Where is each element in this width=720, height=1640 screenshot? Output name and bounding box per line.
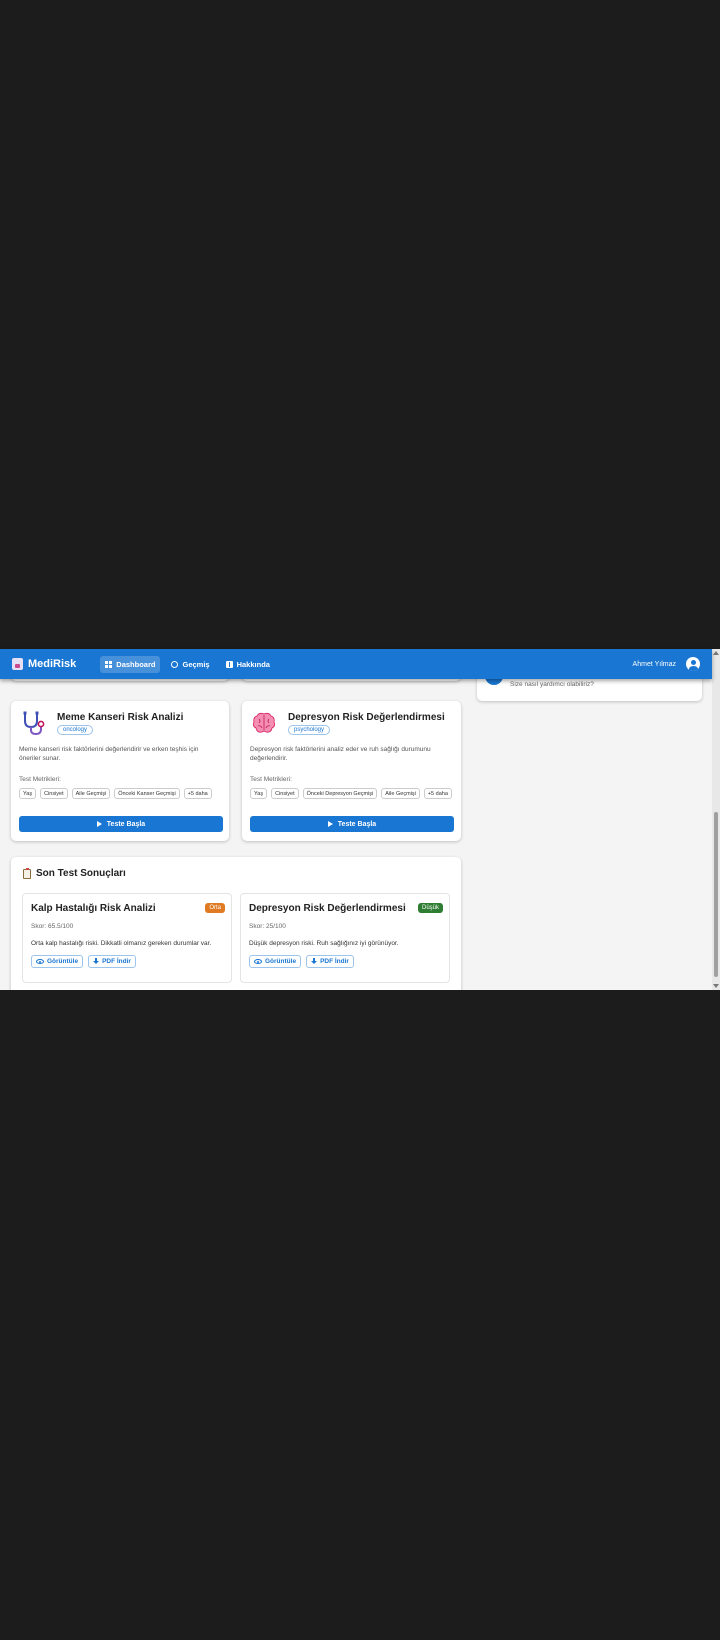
- metrics-label: Test Metrikleri:: [250, 776, 292, 783]
- risk-badge: Orta: [205, 903, 225, 913]
- eye-icon: [254, 959, 262, 964]
- category-chip: oncology: [57, 725, 94, 735]
- metric-tag: Aile Geçmişi: [71, 788, 111, 799]
- start-test-label: Teste Başla: [106, 820, 146, 828]
- metric-tag: Aile Geçmişi: [381, 788, 420, 799]
- pdf-download-button[interactable]: PDF İndir: [88, 955, 136, 968]
- help-text: Size nasıl yardımcı olabiliriz?: [510, 681, 594, 688]
- view-button[interactable]: Görüntüle: [31, 955, 84, 968]
- result-summary: Düşük depresyon riski. Ruh sağlığınız iy…: [249, 940, 399, 947]
- test-description: Meme kanseri risk faktörlerini değerlend…: [19, 746, 199, 762]
- vertical-scrollbar[interactable]: [712, 649, 720, 990]
- result-title: Depresyon Risk Değerlendirmesi: [249, 903, 406, 914]
- nav-label: Geçmiş: [182, 659, 210, 669]
- nav-about[interactable]: Hakkında: [221, 656, 275, 673]
- brain-icon: [252, 712, 276, 733]
- pdf-label: PDF İndir: [102, 958, 131, 965]
- user-menu[interactable]: Ahmet Yılmaz: [633, 657, 700, 671]
- result-score: Skor: 25/100: [249, 923, 286, 930]
- main-nav: Dashboard Geçmiş Hakkında: [100, 655, 275, 673]
- result-actions: Görüntüle PDF İndir: [249, 955, 354, 968]
- nav-label: Dashboard: [116, 659, 156, 669]
- download-icon: [93, 958, 100, 965]
- start-test-button[interactable]: Teste Başla: [250, 816, 454, 832]
- pdf-download-button[interactable]: PDF İndir: [306, 955, 354, 968]
- history-icon: [171, 660, 179, 668]
- result-score: Skor: 65.5/100: [31, 923, 74, 930]
- user-name: Ahmet Yılmaz: [632, 660, 676, 668]
- test-card-depression: Depresyon Risk Değerlendirmesi psycholog…: [242, 701, 461, 841]
- view-button[interactable]: Görüntüle: [249, 955, 302, 968]
- result-card-depression: Depresyon Risk Değerlendirmesi Düşük Sko…: [240, 893, 450, 983]
- test-description: Depresyon risk faktörlerini analiz eder …: [250, 746, 431, 762]
- start-test-label: Teste Başla: [337, 820, 377, 828]
- metric-tags: Yaş Cinsiyet Önceki Depresyon Geçmişi Ai…: [250, 788, 452, 799]
- result-title: Kalp Hastalığı Risk Analizi: [31, 903, 156, 914]
- metric-tag: Yaş: [250, 788, 268, 799]
- pdf-label: PDF İndir: [320, 958, 349, 965]
- metric-tags: Yaş Cinsiyet Aile Geçmişi Önceki Kanser …: [19, 788, 212, 799]
- dashboard-icon: [105, 660, 113, 668]
- brand[interactable]: MediRisk: [12, 658, 76, 670]
- metric-tag-more: +5 daha: [183, 788, 212, 799]
- nav-label: Hakkında: [236, 659, 270, 669]
- metric-tag: Yaş: [19, 788, 37, 799]
- metric-tag: Önceki Depresyon Geçmişi: [302, 788, 378, 799]
- info-icon: [225, 660, 233, 668]
- account-circle-icon[interactable]: [686, 657, 700, 671]
- metric-tag: Cinsiyet: [40, 788, 68, 799]
- page-viewport: Size nasıl yardımcı olabiliriz? Meme Kan…: [0, 649, 720, 990]
- result-summary: Orta kalp hastalığı riski. Dikkatli olma…: [31, 940, 212, 947]
- app-bar: MediRisk Dashboard Geçmiş Hakkında Ahmet…: [0, 649, 712, 679]
- nav-history[interactable]: Geçmiş: [166, 656, 214, 673]
- scroll-down-arrow-icon[interactable]: [713, 984, 719, 988]
- recent-results-panel: Son Test Sonuçları Kalp Hastalığı Risk A…: [11, 857, 461, 990]
- stethoscope-icon: [23, 711, 45, 736]
- metric-tag: Önceki Kanser Geçmişi: [114, 788, 180, 799]
- recent-results-title: Son Test Sonuçları: [36, 868, 126, 879]
- clipboard-icon: [23, 867, 31, 879]
- test-title: Depresyon Risk Değerlendirmesi: [288, 712, 445, 723]
- metric-tag: Cinsiyet: [271, 788, 299, 799]
- test-card-breast-cancer: Meme Kanseri Risk Analizi oncology Meme …: [11, 701, 229, 841]
- view-label: Görüntüle: [265, 958, 297, 965]
- brand-name: MediRisk: [28, 658, 77, 670]
- view-label: Görüntüle: [47, 958, 79, 965]
- risk-badge: Düşük: [417, 903, 443, 913]
- result-actions: Görüntüle PDF İndir: [31, 955, 136, 968]
- metric-tag-more: +5 daha: [423, 788, 452, 799]
- play-icon: [96, 821, 102, 827]
- result-card-heart: Kalp Hastalığı Risk Analizi Orta Skor: 6…: [22, 893, 232, 983]
- start-test-button[interactable]: Teste Başla: [19, 816, 223, 832]
- nav-dashboard[interactable]: Dashboard: [100, 655, 161, 673]
- category-chip: psychology: [288, 725, 331, 735]
- metrics-label: Test Metrikleri:: [19, 776, 61, 783]
- scroll-thumb[interactable]: [714, 812, 718, 977]
- play-icon: [327, 821, 333, 827]
- book-icon: [12, 658, 23, 670]
- eye-icon: [36, 959, 44, 964]
- download-icon: [311, 958, 318, 965]
- recent-results-header: Son Test Sonuçları: [23, 867, 126, 879]
- test-title: Meme Kanseri Risk Analizi: [57, 712, 184, 723]
- scroll-up-arrow-icon[interactable]: [713, 651, 719, 655]
